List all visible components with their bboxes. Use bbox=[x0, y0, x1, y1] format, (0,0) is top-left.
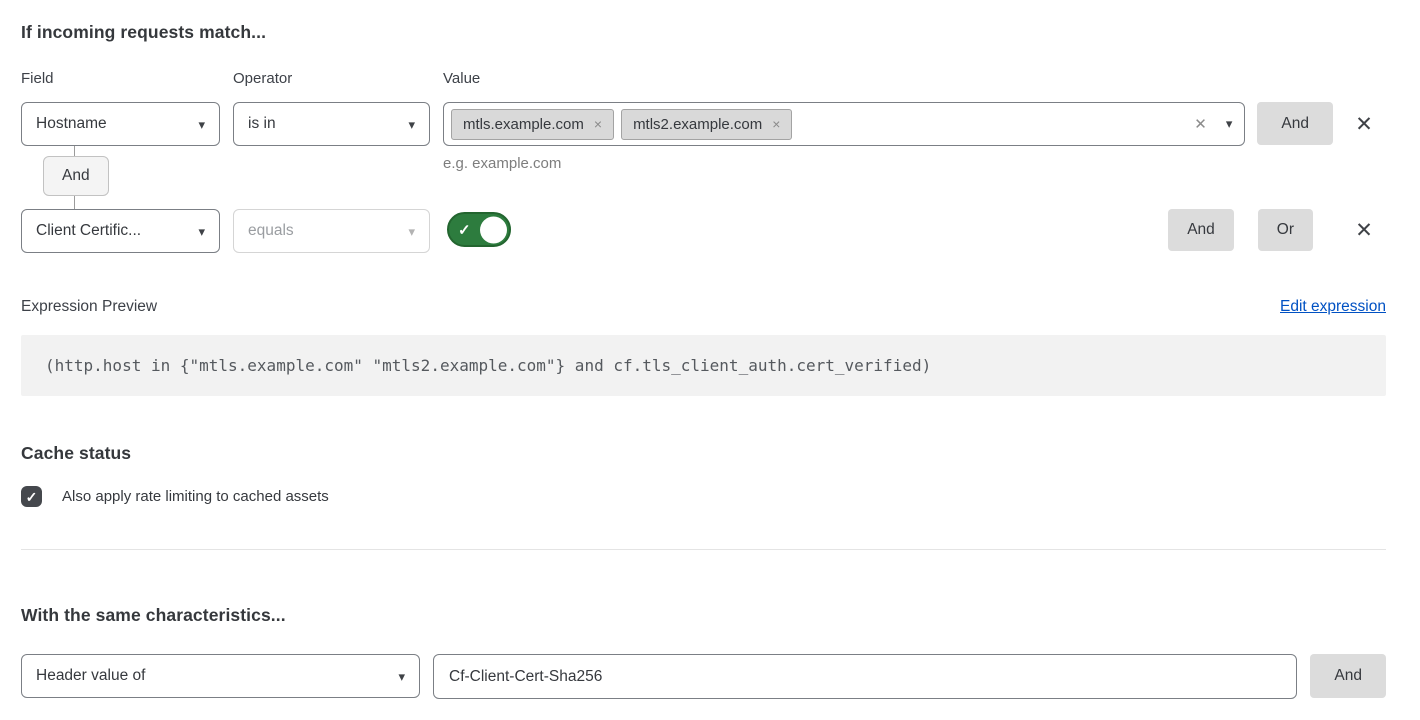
connector-line bbox=[74, 196, 75, 209]
toggle-knob bbox=[480, 216, 507, 243]
characteristics-title: With the same characteristics... bbox=[21, 605, 1386, 626]
check-icon: ✓ bbox=[458, 221, 471, 239]
value-tag-label: mtls.example.com bbox=[463, 116, 584, 133]
check-icon: ✓ bbox=[26, 490, 38, 504]
value-column-label: Value bbox=[443, 70, 480, 87]
value-tag-label: mtls2.example.com bbox=[633, 116, 762, 133]
characteristics-row: Header value of ▾ And bbox=[21, 654, 1386, 699]
chevron-down-icon[interactable]: ▾ bbox=[1226, 116, 1233, 132]
rule-row-2: Client Certific... ▾ equals ▾ ✓ And Or ✕ bbox=[21, 209, 1386, 253]
edit-expression-link[interactable]: Edit expression bbox=[1280, 298, 1386, 316]
operator-select-1[interactable]: is in ▾ bbox=[233, 102, 430, 146]
clear-icon[interactable]: ✕ bbox=[1194, 115, 1207, 133]
characteristic-select[interactable]: Header value of ▾ bbox=[21, 654, 420, 698]
field-select-2-value: Client Certific... bbox=[36, 222, 141, 240]
expression-header: Expression Preview Edit expression bbox=[21, 298, 1386, 316]
chevron-down-icon: ▾ bbox=[398, 670, 405, 683]
remove-row-slot: ✕ bbox=[1352, 209, 1376, 251]
field-select-2[interactable]: Client Certific... ▾ bbox=[21, 209, 220, 253]
close-icon[interactable]: ✕ bbox=[1355, 114, 1373, 135]
close-icon[interactable]: ✕ bbox=[1355, 220, 1373, 241]
chevron-down-icon: ▾ bbox=[198, 225, 205, 238]
column-labels: Field Operator Value bbox=[21, 70, 1386, 87]
value-helper-text: e.g. example.com bbox=[443, 155, 1245, 172]
add-and-condition-button[interactable]: And bbox=[1168, 209, 1234, 251]
add-characteristic-button[interactable]: And bbox=[1310, 654, 1386, 698]
cache-status-title: Cache status bbox=[21, 443, 1386, 464]
operator-select-2-value: equals bbox=[248, 222, 294, 240]
cached-assets-checkbox[interactable]: ✓ bbox=[21, 486, 42, 507]
add-and-condition-button[interactable]: And bbox=[1257, 102, 1333, 145]
connector-and-button[interactable]: And bbox=[43, 156, 109, 196]
remove-row-slot: ✕ bbox=[1352, 102, 1376, 146]
chevron-down-icon: ▾ bbox=[408, 225, 415, 238]
value-tag: mtls.example.com × bbox=[451, 109, 614, 140]
connector-line bbox=[74, 145, 75, 156]
value-multiselect[interactable]: mtls.example.com × mtls2.example.com × ✕… bbox=[443, 102, 1245, 146]
cache-checkbox-row: ✓ Also apply rate limiting to cached ass… bbox=[21, 486, 1386, 507]
field-select-1-value: Hostname bbox=[36, 115, 107, 133]
row-2-actions: And Or ✕ bbox=[1168, 209, 1386, 251]
value-controls: ✕ ▾ bbox=[1194, 115, 1232, 133]
cached-assets-checkbox-label: Also apply rate limiting to cached asset… bbox=[62, 488, 329, 505]
expression-code: (http.host in {"mtls.example.com" "mtls2… bbox=[45, 356, 931, 375]
operator-select-2: equals ▾ bbox=[233, 209, 430, 253]
tag-remove-icon[interactable]: × bbox=[594, 116, 602, 132]
tag-remove-icon[interactable]: × bbox=[772, 116, 780, 132]
characteristic-select-value: Header value of bbox=[36, 667, 145, 685]
expression-code-block: (http.host in {"mtls.example.com" "mtls2… bbox=[21, 335, 1386, 396]
operator-column-label: Operator bbox=[233, 70, 430, 87]
value-tag: mtls2.example.com × bbox=[621, 109, 792, 140]
header-name-input[interactable] bbox=[433, 654, 1297, 699]
add-or-condition-button[interactable]: Or bbox=[1258, 209, 1313, 251]
field-column-label: Field bbox=[21, 70, 220, 87]
match-section-title: If incoming requests match... bbox=[21, 22, 1386, 43]
section-divider bbox=[21, 549, 1386, 550]
rule-builder: If incoming requests match... Field Oper… bbox=[0, 0, 1420, 699]
cert-verified-toggle[interactable]: ✓ bbox=[447, 212, 511, 247]
value-column: mtls.example.com × mtls2.example.com × ✕… bbox=[443, 102, 1245, 172]
operator-select-1-value: is in bbox=[248, 115, 276, 133]
chevron-down-icon: ▾ bbox=[408, 118, 415, 131]
field-select-1[interactable]: Hostname ▾ bbox=[21, 102, 220, 146]
expression-preview-label: Expression Preview bbox=[21, 298, 157, 316]
chevron-down-icon: ▾ bbox=[198, 118, 205, 131]
